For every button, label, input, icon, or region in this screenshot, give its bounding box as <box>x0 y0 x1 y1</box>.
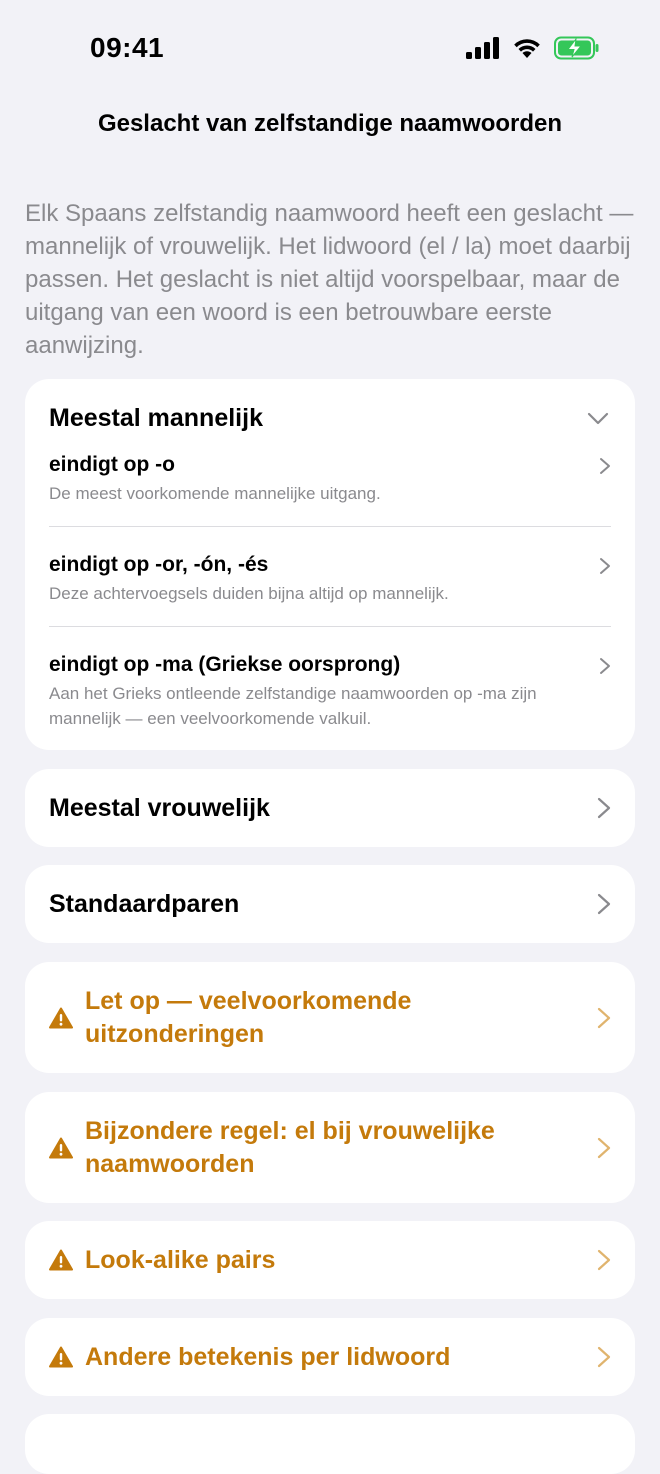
section-lookalike-title: Look-alike pairs <box>85 1245 276 1274</box>
status-time: 09:41 <box>90 32 165 63</box>
section-masculine-title: Meestal mannelijk <box>49 404 263 432</box>
chevron-right-icon <box>597 1137 611 1158</box>
section-feminine-title: Meestal vrouwelijk <box>49 793 270 822</box>
chevron-right-icon <box>597 1346 611 1368</box>
chevron-right-icon <box>597 797 611 819</box>
section-pairs-title: Standaardparen <box>49 889 240 918</box>
chevron-right-icon <box>600 558 610 574</box>
section-exceptions-card[interactable]: Let op — veelvoorkomende uitzonderingen <box>25 962 635 1073</box>
warning-icon <box>49 1137 73 1158</box>
rule-row-desc: Deze achtervoegsels duiden bijna altijd … <box>49 584 449 603</box>
cellular-signal-icon <box>466 37 499 59</box>
rule-row-desc: Aan het Grieks ontleende zelfstandige na… <box>49 684 537 728</box>
warning-icon <box>49 1249 73 1271</box>
rule-row-ma[interactable]: eindigt op -ma (Griekse oorsprong) Aan h… <box>49 653 611 731</box>
rule-row-title: eindigt op -or, -ón, -és <box>49 553 269 576</box>
section-exceptions-title: Let op — veelvoorkomende uitzonderingen <box>85 986 412 1048</box>
page-title: Geslacht van zelfstandige naamwoorden <box>97 110 563 137</box>
next-section-card[interactable] <box>25 1414 635 1474</box>
warning-icon <box>49 1007 73 1028</box>
status-bar: 09:41 <box>0 0 660 96</box>
battery-charging-icon <box>554 36 599 60</box>
row-divider <box>49 626 611 627</box>
chevron-right-icon <box>597 1249 611 1271</box>
section-meaning-title: Andere betekenis per lidwoord <box>85 1342 451 1371</box>
section-special-rule-card[interactable]: Bijzondere regel: el bij vrouwelijke naa… <box>25 1092 635 1203</box>
chevron-right-icon <box>600 658 610 674</box>
rule-row-desc: De meest voorkomende mannelijke uitgang. <box>49 484 381 503</box>
section-meaning-card[interactable]: Andere betekenis per lidwoord <box>25 1318 635 1396</box>
chevron-right-icon <box>597 893 611 915</box>
section-masculine-card: Meestal mannelijk eindigt op -o De meest… <box>25 379 635 750</box>
row-divider <box>49 526 611 527</box>
rule-row-title: eindigt op -ma (Griekse oorsprong) <box>49 653 401 676</box>
chevron-down-icon[interactable] <box>587 412 609 426</box>
rule-row-title: eindigt op -o <box>49 453 175 476</box>
rule-row-o[interactable]: eindigt op -o De meest voorkomende manne… <box>49 453 611 506</box>
section-feminine-card[interactable]: Meestal vrouwelijk <box>25 769 635 847</box>
warning-icon <box>49 1346 73 1368</box>
section-lookalike-card[interactable]: Look-alike pairs <box>25 1221 635 1299</box>
intro-text: Elk Spaans zelfstandig naamwoord heeft e… <box>25 200 634 359</box>
section-masculine-header[interactable]: Meestal mannelijk <box>49 404 611 433</box>
rule-row-or-on-es[interactable]: eindigt op -or, -ón, -és Deze achtervoeg… <box>49 553 611 606</box>
chevron-right-icon <box>597 1007 611 1028</box>
wifi-icon <box>514 39 540 58</box>
section-pairs-card[interactable]: Standaardparen <box>25 865 635 943</box>
section-special-rule-title: Bijzondere regel: el bij vrouwelijke naa… <box>85 1116 495 1178</box>
chevron-right-icon <box>600 458 610 474</box>
status-icons <box>466 36 600 60</box>
